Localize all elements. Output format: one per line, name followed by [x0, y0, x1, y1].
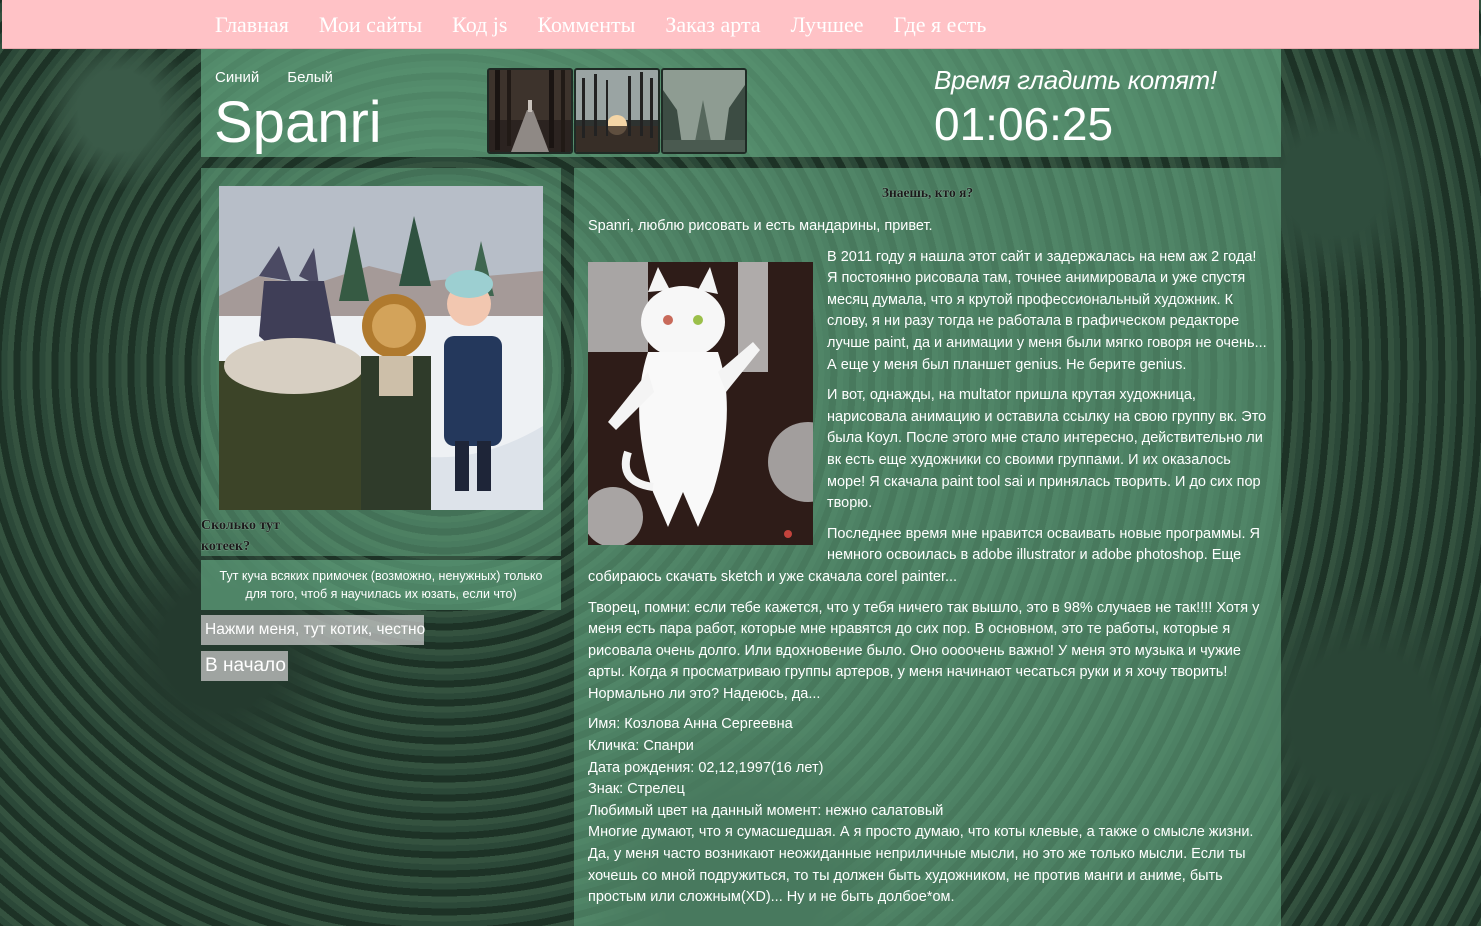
profile-sign: Знак: Стрелец	[588, 781, 685, 798]
content-title: Знаешь, кто я?	[881, 185, 974, 200]
theme-switcher: Синий Белый	[215, 69, 333, 86]
profile-about: Многие думают, что я сумасшедшая. А я пр…	[588, 824, 1254, 906]
profile-info: Имя: Козлова Анна Сергеевна Кличка: Спан…	[588, 714, 1268, 908]
sidebar-note: Тут куча всяких примочек (возможно, нену…	[201, 560, 561, 610]
forest-sunset-thumbnail[interactable]	[574, 68, 660, 154]
paragraph-creator-advice: Творец, помни: если тебе кажется, что у …	[588, 599, 1260, 702]
sidebar-note-text: Тут куча всяких примочек (возможно, нену…	[219, 569, 543, 601]
intro-paragraph: Spanri, люблю рисовать и есть мандарины,…	[588, 218, 933, 234]
theme-white-link[interactable]: Белый	[287, 69, 333, 86]
profile-color: Любимый цвет на данный момент: нежно сал…	[588, 802, 944, 819]
theme-blue-link[interactable]: Синий	[215, 69, 259, 86]
nav-item-art-order[interactable]: Заказ арта	[665, 12, 760, 38]
back-to-top-button[interactable]: В начало	[201, 651, 288, 681]
white-cat-artwork	[588, 261, 813, 545]
cat-button[interactable]: Нажми меня, тут котик, честно	[201, 615, 425, 645]
nav-item-my-sites[interactable]: Мои сайты	[319, 12, 422, 38]
background-thumbnails	[487, 68, 747, 154]
profile-birthday: Дата рождения: 02,12,1997(16 лет)	[588, 759, 824, 776]
nav-item-where-i-am[interactable]: Где я есть	[894, 12, 987, 38]
tagline: Время гладить котят!	[934, 65, 1217, 95]
site-header: Синий Белый Spanri Время гладить котят! …	[201, 49, 1281, 157]
forest-road-thumbnail[interactable]	[487, 68, 573, 154]
winter-characters-artwork	[219, 186, 543, 510]
photo-caption: Сколько тут котеек?	[201, 518, 281, 554]
content-body: Spanri, люблю рисовать и есть мандарины,…	[588, 216, 1268, 909]
nav-item-js-code[interactable]: Код js	[452, 12, 507, 38]
profile-nickname: Кличка: Спанри	[588, 738, 694, 755]
profile-name: Имя: Козлова Анна Сергеевна	[588, 716, 793, 733]
nav-item-home[interactable]: Главная	[215, 12, 289, 38]
main-content-panel: Знаешь, кто я? Spanri, люблю рисовать и …	[574, 168, 1281, 926]
clock-display: 01:06:25	[934, 98, 1114, 150]
nav-menu: Главная Мои сайты Код js Комменты Заказ …	[215, 12, 1016, 38]
top-navigation: Главная Мои сайты Код js Комменты Заказ …	[2, 0, 1479, 49]
site-title: Spanri	[214, 90, 382, 155]
forest-mist-thumbnail[interactable]	[661, 68, 747, 154]
sidebar-photo-panel: Сколько тут котеек?	[201, 168, 561, 556]
nav-item-best[interactable]: Лучшее	[791, 12, 864, 38]
nav-item-comments[interactable]: Комменты	[537, 12, 635, 38]
